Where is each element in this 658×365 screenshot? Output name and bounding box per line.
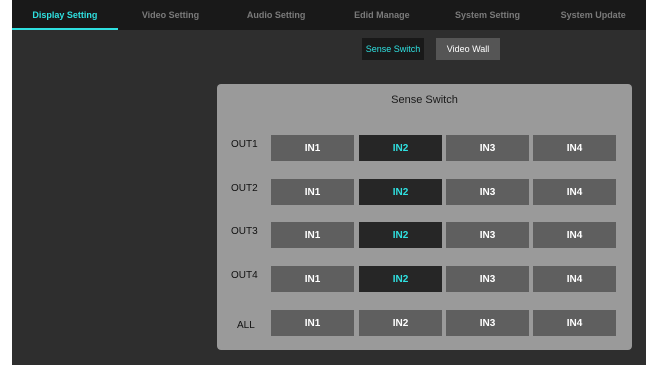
output-row-out2: OUT2 IN1 IN2 IN3 IN4 (217, 179, 632, 205)
input-button-in1[interactable]: IN1 (271, 310, 354, 336)
output-row-out3: OUT3 IN1 IN2 IN3 IN4 (217, 222, 632, 248)
tab-audio-setting[interactable]: Audio Setting (223, 0, 329, 30)
input-button-in3[interactable]: IN3 (446, 222, 529, 248)
output-row-out4: OUT4 IN1 IN2 IN3 IN4 (217, 266, 632, 292)
input-button-in4[interactable]: IN4 (533, 266, 616, 292)
input-button-in1[interactable]: IN1 (271, 222, 354, 248)
input-button-in3[interactable]: IN3 (446, 135, 529, 161)
input-button-in2[interactable]: IN2 (359, 266, 442, 292)
input-button-in2[interactable]: IN2 (359, 135, 442, 161)
input-button-in4[interactable]: IN4 (533, 222, 616, 248)
top-navigation: Display Setting Video Setting Audio Sett… (12, 0, 646, 30)
sense-switch-panel: Sense Switch OUT1 IN1 IN2 IN3 IN4 OUT2 I… (217, 84, 632, 350)
row-label: OUT1 (231, 139, 258, 150)
tab-system-update[interactable]: System Update (540, 0, 646, 30)
sense-switch-button[interactable]: Sense Switch (362, 38, 424, 60)
tab-edid-manage[interactable]: Edid Manage (329, 0, 435, 30)
app-window: Display Setting Video Setting Audio Sett… (12, 0, 646, 365)
input-button-in3[interactable]: IN3 (446, 266, 529, 292)
input-button-in1[interactable]: IN1 (271, 179, 354, 205)
input-button-in2[interactable]: IN2 (359, 179, 442, 205)
panel-title: Sense Switch (391, 94, 458, 106)
tab-video-setting[interactable]: Video Setting (118, 0, 224, 30)
input-button-in3[interactable]: IN3 (446, 310, 529, 336)
row-label: OUT3 (231, 226, 258, 237)
input-button-in1[interactable]: IN1 (271, 135, 354, 161)
output-row-out1: OUT1 IN1 IN2 IN3 IN4 (217, 135, 632, 161)
tab-system-setting[interactable]: System Setting (435, 0, 541, 30)
output-row-all: ALL IN1 IN2 IN3 IN4 (217, 310, 632, 336)
input-button-in4[interactable]: IN4 (533, 135, 616, 161)
input-button-in1[interactable]: IN1 (271, 266, 354, 292)
video-wall-button[interactable]: Video Wall (436, 38, 500, 60)
input-button-in4[interactable]: IN4 (533, 179, 616, 205)
row-label: OUT4 (231, 270, 258, 281)
input-button-in2[interactable]: IN2 (359, 310, 442, 336)
input-button-in3[interactable]: IN3 (446, 179, 529, 205)
row-label: OUT2 (231, 183, 258, 194)
input-button-in4[interactable]: IN4 (533, 310, 616, 336)
tab-display-setting[interactable]: Display Setting (12, 0, 118, 30)
input-button-in2[interactable]: IN2 (359, 222, 442, 248)
